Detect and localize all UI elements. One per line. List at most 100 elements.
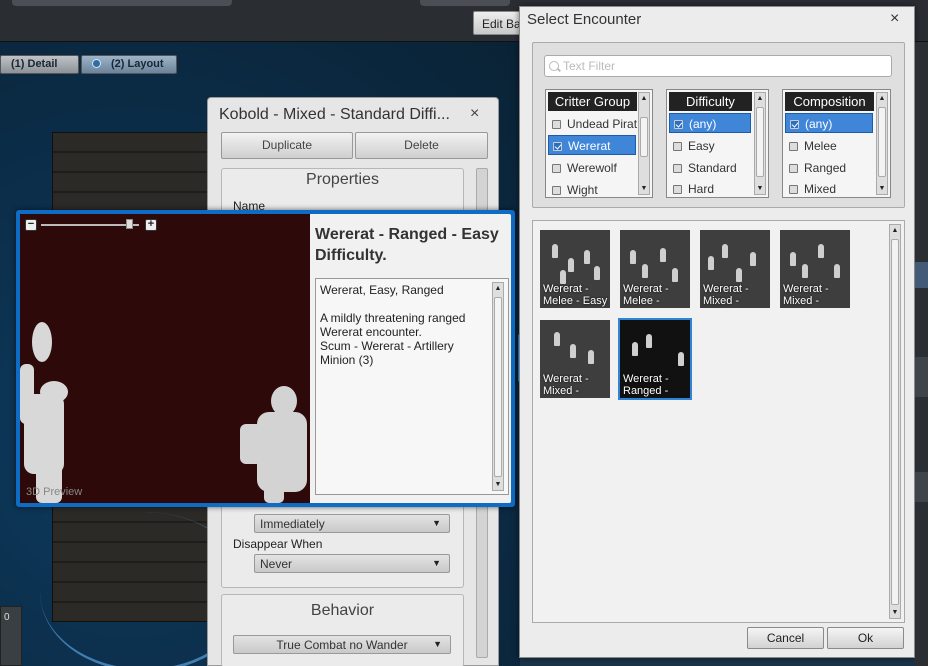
list-item-label: Hard <box>688 182 715 196</box>
3d-preview-label: 3D Preview <box>26 486 83 498</box>
preview-description: A mildly threatening ranged Wererat enco… <box>320 311 466 339</box>
scroll-down-icon[interactable]: ▼ <box>755 183 765 194</box>
scroll-thumb[interactable] <box>640 117 648 157</box>
3d-preview-stage[interactable]: − + 3D Preview <box>20 214 310 503</box>
difficulty-scrollbar[interactable]: ▲ ▼ <box>754 92 766 195</box>
text-filter-input[interactable]: Text Filter <box>544 55 892 77</box>
checkbox[interactable] <box>674 120 683 129</box>
thumbnail-label-line: Mixed - <box>783 295 820 307</box>
scroll-up-icon[interactable]: ▲ <box>755 93 765 104</box>
chevron-down-icon: ▼ <box>432 558 441 568</box>
properties-title: Kobold - Mixed - Standard Diffi... <box>219 106 450 123</box>
filter-placeholder: Text Filter <box>563 59 616 73</box>
thumbnail-label-line: Mixed - <box>543 385 580 397</box>
zoom-out-button[interactable]: − <box>25 219 37 231</box>
difficulty-list: Difficulty (any) Easy Standard Hard ▲ ▼ <box>666 89 769 198</box>
checkbox[interactable] <box>790 120 799 129</box>
list-item[interactable]: Hard <box>669 179 752 197</box>
scroll-up-icon[interactable]: ▲ <box>877 93 887 104</box>
scroll-thumb[interactable] <box>891 239 899 605</box>
thumbnail-label-line: Wererat - <box>623 373 669 385</box>
zoom-slider-track[interactable] <box>41 224 139 226</box>
critter-group-list: Critter Group Undead Pirat Wererat Werew… <box>545 89 653 198</box>
dialog-close-button[interactable]: × <box>890 10 899 28</box>
tab-layout[interactable]: (2) Layout <box>81 55 177 74</box>
behavior-select[interactable]: True Combat no Wander ▼ <box>233 635 451 654</box>
disappear-select[interactable]: Never ▼ <box>254 554 450 573</box>
delete-button[interactable]: Delete <box>355 132 488 159</box>
results-scrollbar[interactable]: ▲ ▼ <box>889 224 901 619</box>
encounter-thumbnail[interactable]: Wererat - Melee - <box>620 230 690 308</box>
encounter-thumbnail-selected[interactable]: Wererat - Ranged - <box>618 318 692 400</box>
cancel-button[interactable]: Cancel <box>747 627 824 649</box>
list-item[interactable]: Ranged <box>785 158 874 178</box>
encounter-preview: − + 3D Preview Wererat - Ranged - Easy D… <box>16 210 515 507</box>
list-item-label: Werewolf <box>567 161 617 175</box>
list-item-label: Wight <box>567 183 598 197</box>
checkbox[interactable] <box>789 164 798 173</box>
behavior-section: Behavior <box>221 594 464 666</box>
composition-scrollbar[interactable]: ▲ ▼ <box>876 92 888 195</box>
list-item[interactable]: Undead Pirat <box>548 114 637 134</box>
scroll-up-icon[interactable]: ▲ <box>493 283 503 294</box>
encounter-thumbnail[interactable]: Wererat - Mixed - <box>780 230 850 308</box>
thumbnail-label: Wererat - Melee - Easy <box>543 283 609 307</box>
encounter-thumbnail[interactable]: Wererat - Mixed - <box>700 230 770 308</box>
critter-group-scrollbar[interactable]: ▲ ▼ <box>638 92 650 195</box>
list-item[interactable]: Wight <box>548 180 637 197</box>
toolbar-strip <box>12 0 232 6</box>
layout-dot-icon <box>92 59 101 68</box>
scroll-thumb[interactable] <box>756 107 764 177</box>
scroll-thumb[interactable] <box>494 297 502 477</box>
checkbox[interactable] <box>789 185 798 194</box>
properties-close-button[interactable]: × <box>470 105 479 123</box>
encounter-thumbnail[interactable]: Wererat - Melee - Easy <box>540 230 610 308</box>
zoom-in-button[interactable]: + <box>145 219 157 231</box>
description-scrollbar[interactable]: ▲ ▼ <box>492 282 504 491</box>
wererat-figure <box>240 386 307 503</box>
scroll-up-icon[interactable]: ▲ <box>890 225 900 236</box>
ok-button[interactable]: Ok <box>827 627 904 649</box>
thumbnail-label-line: Wererat - <box>543 283 589 295</box>
list-item[interactable]: Werewolf <box>548 158 637 178</box>
scroll-down-icon[interactable]: ▼ <box>493 479 503 490</box>
tab-detail[interactable]: (1) Detail <box>0 55 79 74</box>
list-item-label: Standard <box>688 161 737 175</box>
scroll-down-icon[interactable]: ▼ <box>890 607 900 618</box>
checkbox[interactable] <box>673 164 682 173</box>
zoom-control: − + <box>25 219 160 233</box>
list-item[interactable]: Wererat <box>548 135 636 155</box>
checkbox[interactable] <box>553 142 562 151</box>
behavior-value: True Combat no Wander <box>276 638 408 652</box>
list-item[interactable]: (any) <box>785 113 873 133</box>
duplicate-button[interactable]: Duplicate <box>221 132 353 159</box>
checkbox[interactable] <box>673 142 682 151</box>
scroll-thumb[interactable] <box>878 107 886 177</box>
list-item-label: Melee <box>804 139 837 153</box>
thumbnail-label-line: Melee - Easy <box>543 295 608 307</box>
list-item[interactable]: (any) <box>669 113 751 133</box>
scroll-down-icon[interactable]: ▼ <box>639 183 649 194</box>
checkbox[interactable] <box>673 185 682 194</box>
zoom-slider-thumb[interactable] <box>126 219 134 229</box>
list-item[interactable]: Easy <box>669 136 752 156</box>
preview-roster: Scum - Wererat - Artillery Minion (3) <box>320 339 454 367</box>
scroll-up-icon[interactable]: ▲ <box>639 93 649 104</box>
tab-detail-label: (1) Detail <box>11 58 58 70</box>
list-item-label: Easy <box>688 139 715 153</box>
checkbox[interactable] <box>789 142 798 151</box>
preview-description-text: Wererat, Easy, Ranged A mildly threateni… <box>320 283 490 367</box>
checkbox[interactable] <box>552 164 561 173</box>
composition-list: Composition (any) Melee Ranged Mixed ▲ ▼ <box>782 89 891 198</box>
thumbnail-label: Wererat - Mixed - <box>703 283 769 307</box>
list-item[interactable]: Mixed <box>785 179 874 197</box>
behavior-section-title: Behavior <box>310 602 375 619</box>
checkbox[interactable] <box>552 186 561 195</box>
checkbox[interactable] <box>552 120 561 129</box>
list-item[interactable]: Standard <box>669 158 752 178</box>
appear-select[interactable]: Immediately ▼ <box>254 514 450 533</box>
preview-title: Wererat - Ranged - Easy Difficulty. <box>315 226 499 264</box>
list-item[interactable]: Melee <box>785 136 874 156</box>
encounter-thumbnail[interactable]: Wererat - Mixed - <box>540 320 610 398</box>
scroll-down-icon[interactable]: ▼ <box>877 183 887 194</box>
